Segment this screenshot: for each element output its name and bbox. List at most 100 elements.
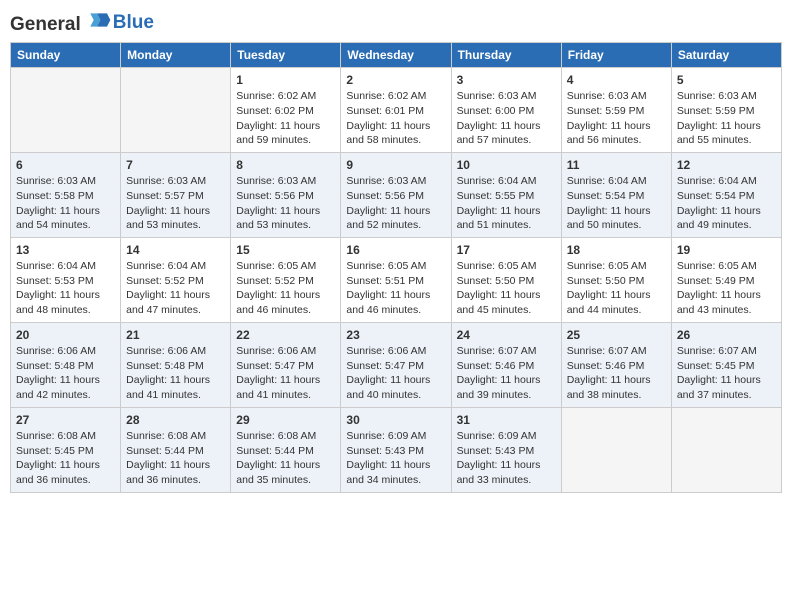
day-info: Sunrise: 6:04 AM Sunset: 5:55 PM Dayligh…: [457, 174, 556, 233]
day-info: Sunrise: 6:06 AM Sunset: 5:48 PM Dayligh…: [16, 344, 115, 403]
day-info: Sunrise: 6:07 AM Sunset: 5:46 PM Dayligh…: [567, 344, 666, 403]
day-info: Sunrise: 6:03 AM Sunset: 5:59 PM Dayligh…: [567, 89, 666, 148]
calendar-cell: 27Sunrise: 6:08 AM Sunset: 5:45 PM Dayli…: [11, 407, 121, 492]
day-info: Sunrise: 6:08 AM Sunset: 5:44 PM Dayligh…: [126, 429, 225, 488]
calendar-cell: 5Sunrise: 6:03 AM Sunset: 5:59 PM Daylig…: [671, 68, 781, 153]
calendar-cell: 19Sunrise: 6:05 AM Sunset: 5:49 PM Dayli…: [671, 237, 781, 322]
page-header: General Blue: [10, 10, 782, 36]
calendar-cell: 18Sunrise: 6:05 AM Sunset: 5:50 PM Dayli…: [561, 237, 671, 322]
day-info: Sunrise: 6:03 AM Sunset: 5:57 PM Dayligh…: [126, 174, 225, 233]
calendar-cell: 6Sunrise: 6:03 AM Sunset: 5:58 PM Daylig…: [11, 152, 121, 237]
day-info: Sunrise: 6:04 AM Sunset: 5:53 PM Dayligh…: [16, 259, 115, 318]
calendar-cell: 8Sunrise: 6:03 AM Sunset: 5:56 PM Daylig…: [231, 152, 341, 237]
day-number: 8: [236, 157, 335, 173]
calendar-cell: 24Sunrise: 6:07 AM Sunset: 5:46 PM Dayli…: [451, 322, 561, 407]
logo-blue: Blue: [113, 12, 154, 34]
day-info: Sunrise: 6:07 AM Sunset: 5:45 PM Dayligh…: [677, 344, 776, 403]
day-number: 24: [457, 327, 556, 343]
calendar-cell: 30Sunrise: 6:09 AM Sunset: 5:43 PM Dayli…: [341, 407, 451, 492]
day-info: Sunrise: 6:05 AM Sunset: 5:50 PM Dayligh…: [567, 259, 666, 318]
calendar-table: SundayMondayTuesdayWednesdayThursdayFrid…: [10, 42, 782, 493]
day-number: 15: [236, 242, 335, 258]
day-number: 13: [16, 242, 115, 258]
day-info: Sunrise: 6:08 AM Sunset: 5:45 PM Dayligh…: [16, 429, 115, 488]
calendar-week-row: 1Sunrise: 6:02 AM Sunset: 6:02 PM Daylig…: [11, 68, 782, 153]
day-number: 18: [567, 242, 666, 258]
calendar-cell: 3Sunrise: 6:03 AM Sunset: 6:00 PM Daylig…: [451, 68, 561, 153]
calendar-cell: 23Sunrise: 6:06 AM Sunset: 5:47 PM Dayli…: [341, 322, 451, 407]
day-info: Sunrise: 6:04 AM Sunset: 5:54 PM Dayligh…: [677, 174, 776, 233]
day-number: 29: [236, 412, 335, 428]
day-number: 12: [677, 157, 776, 173]
day-number: 23: [346, 327, 445, 343]
day-info: Sunrise: 6:05 AM Sunset: 5:49 PM Dayligh…: [677, 259, 776, 318]
day-number: 11: [567, 157, 666, 173]
calendar-cell: 15Sunrise: 6:05 AM Sunset: 5:52 PM Dayli…: [231, 237, 341, 322]
calendar-week-row: 20Sunrise: 6:06 AM Sunset: 5:48 PM Dayli…: [11, 322, 782, 407]
calendar-cell: 26Sunrise: 6:07 AM Sunset: 5:45 PM Dayli…: [671, 322, 781, 407]
day-number: 14: [126, 242, 225, 258]
calendar-cell: 14Sunrise: 6:04 AM Sunset: 5:52 PM Dayli…: [121, 237, 231, 322]
day-number: 17: [457, 242, 556, 258]
day-info: Sunrise: 6:07 AM Sunset: 5:46 PM Dayligh…: [457, 344, 556, 403]
calendar-cell: 25Sunrise: 6:07 AM Sunset: 5:46 PM Dayli…: [561, 322, 671, 407]
day-info: Sunrise: 6:03 AM Sunset: 5:58 PM Dayligh…: [16, 174, 115, 233]
calendar-week-row: 6Sunrise: 6:03 AM Sunset: 5:58 PM Daylig…: [11, 152, 782, 237]
calendar-cell: 10Sunrise: 6:04 AM Sunset: 5:55 PM Dayli…: [451, 152, 561, 237]
day-info: Sunrise: 6:08 AM Sunset: 5:44 PM Dayligh…: [236, 429, 335, 488]
day-info: Sunrise: 6:03 AM Sunset: 5:56 PM Dayligh…: [346, 174, 445, 233]
day-info: Sunrise: 6:03 AM Sunset: 6:00 PM Dayligh…: [457, 89, 556, 148]
day-info: Sunrise: 6:09 AM Sunset: 5:43 PM Dayligh…: [346, 429, 445, 488]
day-info: Sunrise: 6:04 AM Sunset: 5:52 PM Dayligh…: [126, 259, 225, 318]
calendar-cell: 29Sunrise: 6:08 AM Sunset: 5:44 PM Dayli…: [231, 407, 341, 492]
day-number: 20: [16, 327, 115, 343]
calendar-cell: 1Sunrise: 6:02 AM Sunset: 6:02 PM Daylig…: [231, 68, 341, 153]
calendar-week-row: 27Sunrise: 6:08 AM Sunset: 5:45 PM Dayli…: [11, 407, 782, 492]
calendar-cell: 4Sunrise: 6:03 AM Sunset: 5:59 PM Daylig…: [561, 68, 671, 153]
weekday-header-sunday: Sunday: [11, 43, 121, 68]
calendar-week-row: 13Sunrise: 6:04 AM Sunset: 5:53 PM Dayli…: [11, 237, 782, 322]
weekday-header-friday: Friday: [561, 43, 671, 68]
day-number: 10: [457, 157, 556, 173]
calendar-cell: 28Sunrise: 6:08 AM Sunset: 5:44 PM Dayli…: [121, 407, 231, 492]
day-number: 9: [346, 157, 445, 173]
day-info: Sunrise: 6:06 AM Sunset: 5:47 PM Dayligh…: [236, 344, 335, 403]
weekday-header-saturday: Saturday: [671, 43, 781, 68]
logo: General Blue: [10, 10, 154, 36]
day-number: 7: [126, 157, 225, 173]
day-number: 19: [677, 242, 776, 258]
day-number: 3: [457, 72, 556, 88]
day-info: Sunrise: 6:05 AM Sunset: 5:52 PM Dayligh…: [236, 259, 335, 318]
day-number: 16: [346, 242, 445, 258]
weekday-header-monday: Monday: [121, 43, 231, 68]
calendar-cell: [561, 407, 671, 492]
calendar-cell: 12Sunrise: 6:04 AM Sunset: 5:54 PM Dayli…: [671, 152, 781, 237]
weekday-header-thursday: Thursday: [451, 43, 561, 68]
calendar-cell: 9Sunrise: 6:03 AM Sunset: 5:56 PM Daylig…: [341, 152, 451, 237]
day-info: Sunrise: 6:04 AM Sunset: 5:54 PM Dayligh…: [567, 174, 666, 233]
day-info: Sunrise: 6:06 AM Sunset: 5:47 PM Dayligh…: [346, 344, 445, 403]
day-info: Sunrise: 6:03 AM Sunset: 5:59 PM Dayligh…: [677, 89, 776, 148]
day-number: 21: [126, 327, 225, 343]
day-number: 28: [126, 412, 225, 428]
calendar-cell: 20Sunrise: 6:06 AM Sunset: 5:48 PM Dayli…: [11, 322, 121, 407]
day-number: 1: [236, 72, 335, 88]
day-info: Sunrise: 6:06 AM Sunset: 5:48 PM Dayligh…: [126, 344, 225, 403]
calendar-cell: 11Sunrise: 6:04 AM Sunset: 5:54 PM Dayli…: [561, 152, 671, 237]
calendar-cell: 16Sunrise: 6:05 AM Sunset: 5:51 PM Dayli…: [341, 237, 451, 322]
weekday-header-row: SundayMondayTuesdayWednesdayThursdayFrid…: [11, 43, 782, 68]
calendar-cell: 22Sunrise: 6:06 AM Sunset: 5:47 PM Dayli…: [231, 322, 341, 407]
day-number: 26: [677, 327, 776, 343]
day-number: 31: [457, 412, 556, 428]
calendar-cell: 21Sunrise: 6:06 AM Sunset: 5:48 PM Dayli…: [121, 322, 231, 407]
calendar-cell: [121, 68, 231, 153]
calendar-cell: 2Sunrise: 6:02 AM Sunset: 6:01 PM Daylig…: [341, 68, 451, 153]
day-number: 22: [236, 327, 335, 343]
calendar-cell: 13Sunrise: 6:04 AM Sunset: 5:53 PM Dayli…: [11, 237, 121, 322]
weekday-header-wednesday: Wednesday: [341, 43, 451, 68]
day-info: Sunrise: 6:02 AM Sunset: 6:02 PM Dayligh…: [236, 89, 335, 148]
day-info: Sunrise: 6:02 AM Sunset: 6:01 PM Dayligh…: [346, 89, 445, 148]
day-info: Sunrise: 6:03 AM Sunset: 5:56 PM Dayligh…: [236, 174, 335, 233]
day-number: 2: [346, 72, 445, 88]
calendar-cell: [11, 68, 121, 153]
